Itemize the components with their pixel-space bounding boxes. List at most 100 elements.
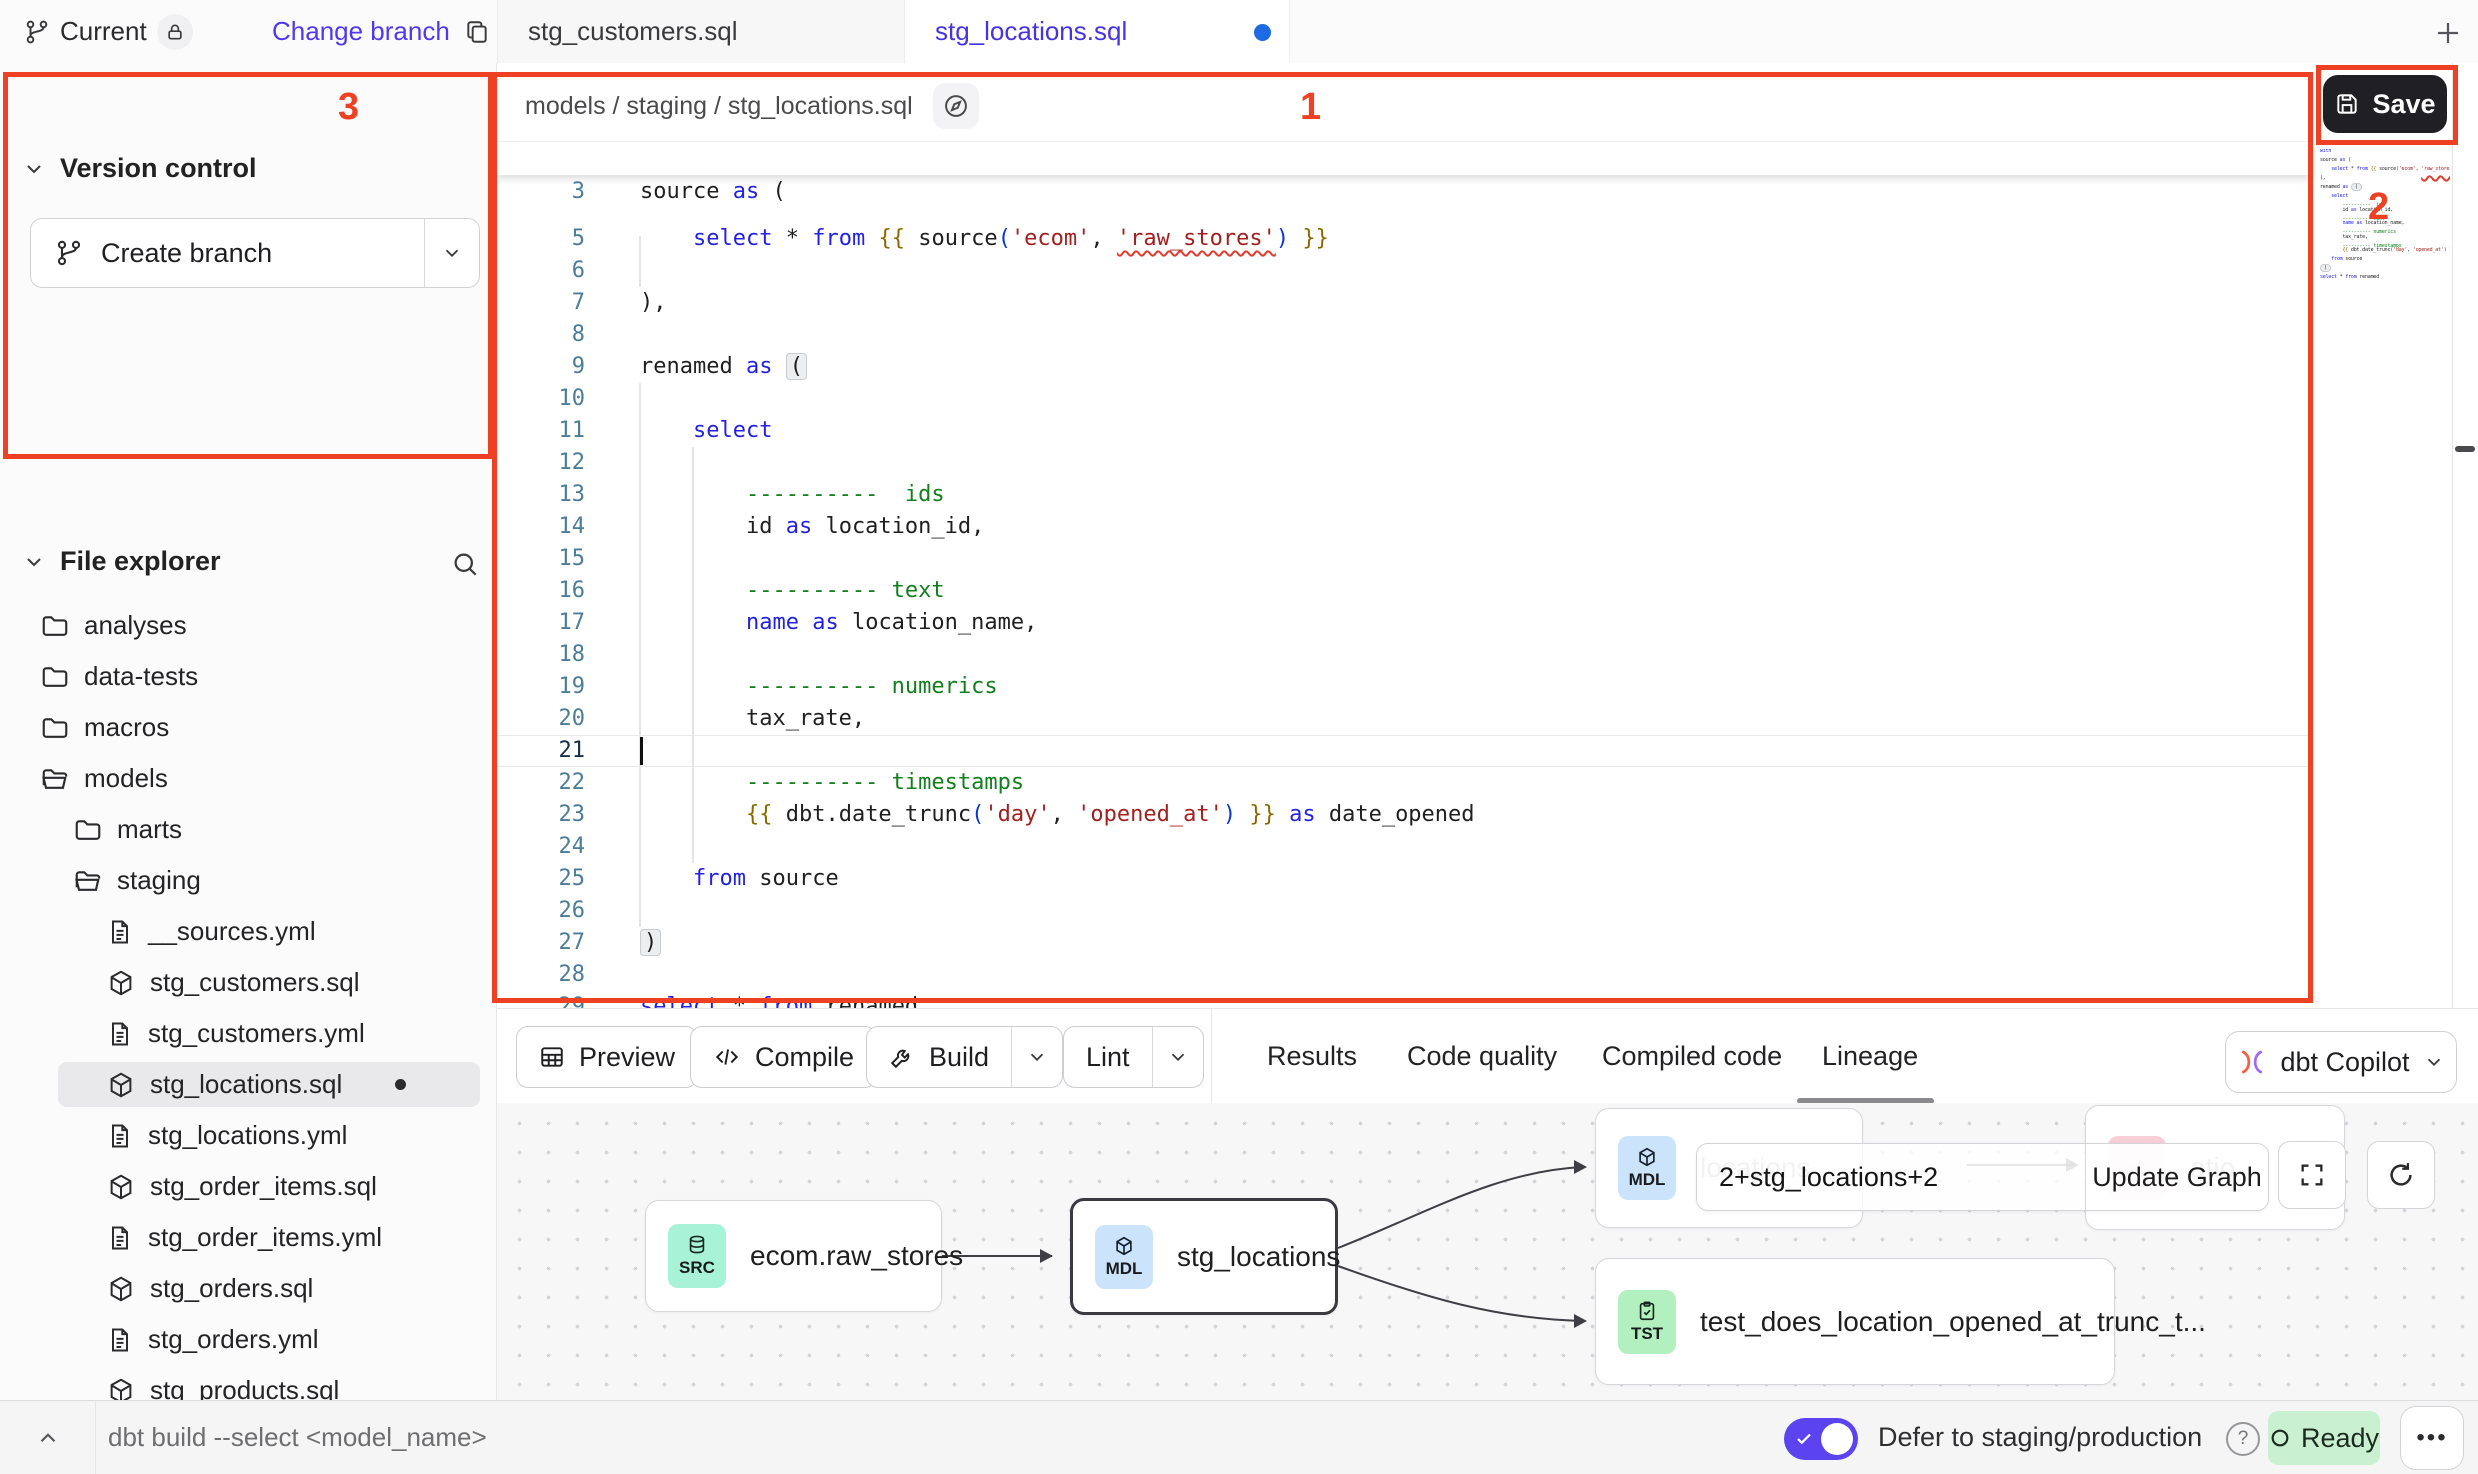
file-search-icon[interactable] [450, 549, 480, 579]
minimap[interactable]: with source as ( select * from {{ source… [2320, 149, 2450, 284]
code-line-27[interactable]: 27) [497, 927, 2312, 959]
code-line-18[interactable]: 18 [497, 639, 2312, 671]
code-line-22[interactable]: 22 ---------- timestamps [497, 767, 2312, 799]
code-line-23[interactable]: 23 {{ dbt.date_trunc('day', 'opened_at')… [497, 799, 2312, 831]
dbt-copilot-button[interactable]: dbt Copilot [2225, 1031, 2457, 1093]
file-tree-item--sources-yml[interactable]: __sources.yml [0, 906, 497, 957]
file-icon [106, 1122, 134, 1150]
code-line-20[interactable]: 20 tax_rate, [497, 703, 2312, 735]
dbt-copilot-icon [2237, 1047, 2267, 1077]
tab-results[interactable]: Results [1267, 1009, 1357, 1103]
code-line-16[interactable]: 16 ---------- text [497, 575, 2312, 607]
file-tree-item-stg-customers-sql[interactable]: stg_customers.sql [0, 957, 497, 1008]
file-tree-item-stg-order-items-yml[interactable]: stg_order_items.yml [0, 1212, 497, 1263]
overview-ruler[interactable] [2452, 63, 2478, 1008]
test-badge: TST [1618, 1290, 1676, 1354]
status-circle-icon [2269, 1427, 2291, 1449]
code-line-14[interactable]: 14 id as location_id, [497, 511, 2312, 543]
code-line-9[interactable]: 9renamed as ( [497, 351, 2312, 383]
folder-icon [40, 713, 70, 743]
file-tree-item-analyses[interactable]: analyses [0, 600, 497, 651]
tab-compiled-code[interactable]: Compiled code [1602, 1009, 1782, 1103]
defer-toggle[interactable] [1784, 1418, 1858, 1460]
text-cursor [640, 737, 643, 765]
code-line-17[interactable]: 17 name as location_name, [497, 607, 2312, 639]
file-tree-item-staging[interactable]: staging [0, 855, 497, 906]
code-editor[interactable]: 5 select * from {{ source('ecom', 'raw_s… [497, 141, 2316, 1008]
compile-button[interactable]: Compile [690, 1026, 877, 1088]
code-line-8[interactable]: 8 [497, 319, 2312, 351]
lineage-node-test[interactable]: TST test_does_location_opened_at_trunc_t… [1595, 1258, 2115, 1385]
file-tree-item-stg-orders-yml[interactable]: stg_orders.yml [0, 1314, 497, 1365]
file-explorer-header[interactable]: File explorer [22, 546, 221, 577]
file-tree-item-stg-orders-sql[interactable]: stg_orders.sql [0, 1263, 497, 1314]
file-tree-item-stg-locations-sql[interactable]: stg_locations.sql [0, 1059, 497, 1110]
refresh-button[interactable] [2367, 1141, 2435, 1209]
create-branch-dropdown[interactable] [424, 219, 479, 287]
code-line-13[interactable]: 13 ---------- ids [497, 479, 2312, 511]
code-line-15[interactable]: 15 [497, 543, 2312, 575]
file-name: stg_orders.yml [148, 1324, 319, 1355]
code-line-11[interactable]: 11 select [497, 415, 2312, 447]
code-line-24[interactable]: 24 [497, 831, 2312, 863]
version-control-header[interactable]: Version control [22, 153, 257, 184]
file-name: stg_locations.yml [148, 1120, 347, 1151]
help-icon[interactable]: ? [2226, 1422, 2260, 1456]
code-line-28[interactable]: 28 [497, 959, 2312, 991]
clipboard-check-icon [1636, 1300, 1658, 1322]
lineage-selector-input[interactable]: 2+stg_locations+2 [1697, 1144, 2085, 1210]
build-dropdown[interactable] [1011, 1027, 1062, 1087]
tab-stg-customers[interactable]: stg_customers.sql [497, 0, 905, 63]
ready-status-badge[interactable]: Ready [2268, 1411, 2380, 1465]
command-bar-expand[interactable] [0, 1401, 96, 1474]
code-line-7[interactable]: 7), [497, 287, 2312, 319]
new-tab-button[interactable] [2428, 13, 2468, 53]
cube-icon [1636, 1146, 1658, 1168]
command-input[interactable]: dbt build --select <model_name> [108, 1401, 487, 1474]
lint-dropdown[interactable] [1152, 1027, 1203, 1087]
code-line-12[interactable]: 12 [497, 447, 2312, 479]
unsaved-dot-icon [1254, 24, 1271, 41]
current-branch-selector[interactable]: Current [24, 0, 193, 63]
lint-button[interactable]: Lint [1063, 1026, 1204, 1088]
lineage-canvas[interactable]: SRC ecom.raw_stores MDL stg_locations MD… [497, 1103, 2478, 1400]
lineage-node-stg-locations[interactable]: MDL stg_locations [1070, 1198, 1338, 1315]
create-branch-button[interactable]: Create branch [30, 218, 480, 288]
more-options-button[interactable]: ••• [2400, 1406, 2464, 1470]
save-button[interactable]: Save [2323, 75, 2447, 133]
tab-code-quality[interactable]: Code quality [1407, 1009, 1557, 1103]
fullscreen-button[interactable] [2278, 1141, 2346, 1209]
change-branch-link[interactable]: Change branch [272, 0, 490, 63]
lineage-node-source[interactable]: SRC ecom.raw_stores [645, 1200, 942, 1312]
file-tree-item-macros[interactable]: macros [0, 702, 497, 753]
tab-lineage[interactable]: Lineage [1822, 1009, 1918, 1103]
check-icon [1795, 1430, 1813, 1448]
file-tree-item-marts[interactable]: marts [0, 804, 497, 855]
editor-pane: models / staging / stg_locations.sql 5 s… [497, 63, 2478, 1008]
code-line-29[interactable]: 29select * from renamed [497, 991, 2312, 1008]
tab-stg-locations[interactable]: stg_locations.sql [905, 0, 1290, 63]
code-line-25[interactable]: 25 from source [497, 863, 2312, 895]
scroll-indicator[interactable] [2455, 446, 2475, 452]
file-tree-item-stg-customers-yml[interactable]: stg_customers.yml [0, 1008, 497, 1059]
refresh-icon [2386, 1160, 2416, 1190]
file-tree-item-stg-order-items-sql[interactable]: stg_order_items.sql [0, 1161, 497, 1212]
build-button[interactable]: Build [866, 1026, 1063, 1088]
file-name: stg_order_items.sql [150, 1171, 377, 1202]
file-name: stg_order_items.yml [148, 1222, 382, 1253]
update-graph-button[interactable]: Update Graph [2085, 1144, 2268, 1210]
copilot-compass-icon[interactable] [933, 83, 979, 129]
chevron-down-icon [2423, 1051, 2445, 1073]
code-line-6[interactable]: 6 [497, 255, 2312, 287]
code-line-19[interactable]: 19 ---------- numerics [497, 671, 2312, 703]
file-tree-item-data-tests[interactable]: data-tests [0, 651, 497, 702]
file-tree-item-stg-locations-yml[interactable]: stg_locations.yml [0, 1110, 497, 1161]
preview-button[interactable]: Preview [516, 1026, 698, 1088]
code-line-26[interactable]: 26 [497, 895, 2312, 927]
code-line-10[interactable]: 10 [497, 383, 2312, 415]
code-line-5[interactable]: 5 select * from {{ source('ecom', 'raw_s… [497, 223, 2312, 255]
model-badge: MDL [1618, 1136, 1676, 1200]
file-tree-item-models[interactable]: models [0, 753, 497, 804]
model-icon [106, 1274, 136, 1304]
file-name: models [84, 763, 168, 794]
